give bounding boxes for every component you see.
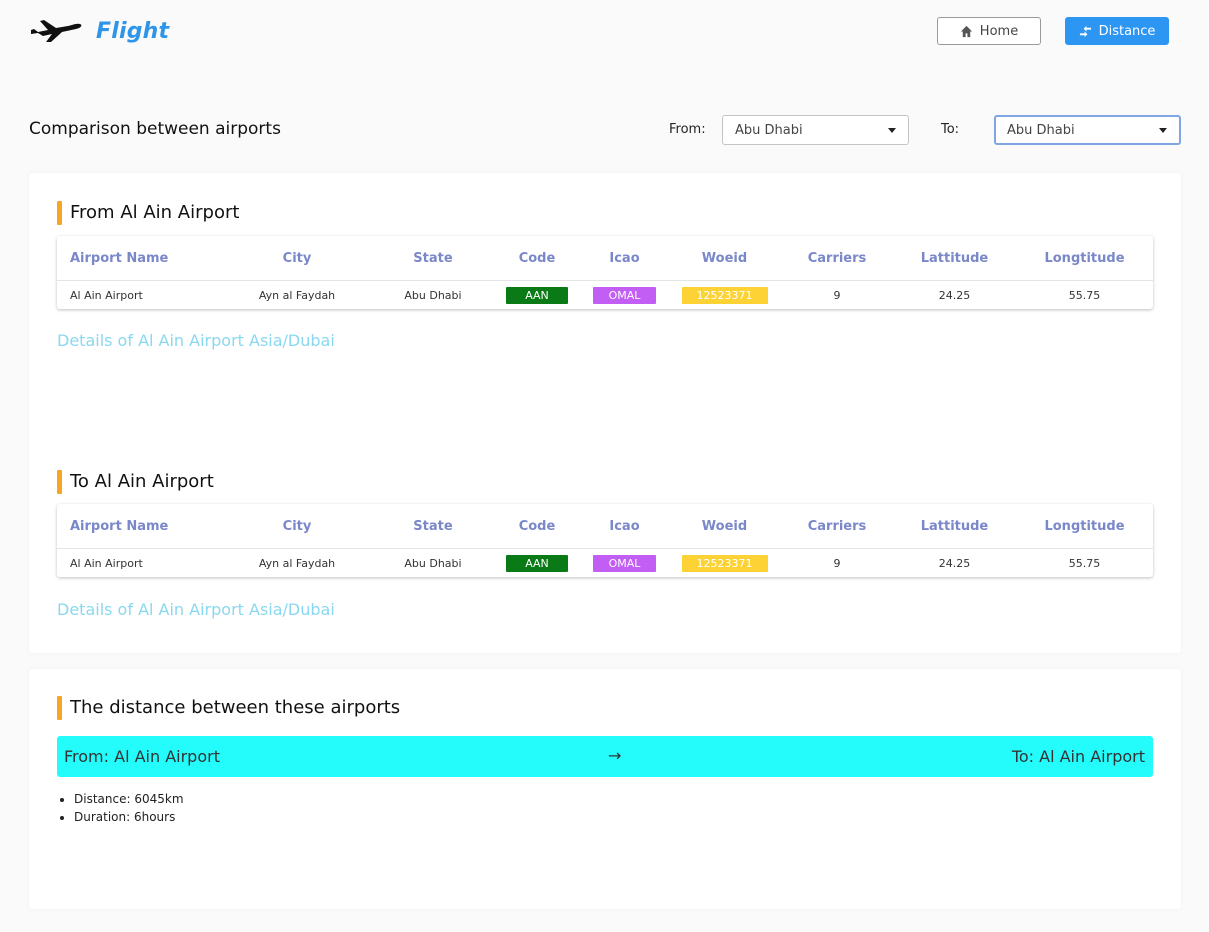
caret-down-icon (1159, 127, 1167, 133)
latitude-cell: 24.25 (938, 556, 971, 570)
home-button-label: Home (979, 23, 1019, 39)
column-header[interactable]: City (227, 236, 367, 280)
route-banner: From: Al Ain Airport → To: Al Ain Airpor… (57, 736, 1153, 777)
column-header[interactable]: Airport Name (70, 236, 250, 280)
longitude-cell: 55.75 (1068, 288, 1101, 302)
table-header-row: Airport Name City State Code Icao Woeid … (57, 236, 1153, 281)
column-header[interactable]: Woeid (677, 504, 772, 548)
brand-name: Flight (96, 18, 170, 44)
latitude-cell: 24.25 (938, 288, 971, 302)
column-header[interactable]: Carriers (787, 236, 887, 280)
column-header[interactable]: Lattitude (902, 236, 1007, 280)
code-badge: AAN (506, 554, 568, 572)
distance-facts-list: Distance: 6045km Duration: 6hours (74, 790, 184, 826)
distance-section-title: The distance between these airports (57, 696, 400, 720)
to-details-link[interactable]: Details of Al Ain Airport Asia/Dubai (57, 600, 335, 619)
caret-down-icon (888, 127, 896, 133)
from-select-value: Abu Dhabi (735, 122, 803, 138)
airplane-icon (31, 20, 82, 42)
city-cell: Ayn al Faydah (258, 288, 336, 302)
woeid-cell: 12523371 (677, 549, 772, 577)
from-section-title: From Al Ain Airport (57, 201, 239, 225)
to-airport-table: Airport Name City State Code Icao Woeid … (57, 504, 1153, 577)
home-button[interactable]: Home (937, 17, 1041, 45)
code-cell: AAN (502, 281, 572, 309)
column-header[interactable]: Airport Name (70, 504, 250, 548)
from-details-link[interactable]: Details of Al Ain Airport Asia/Dubai (57, 331, 335, 350)
column-header[interactable]: Icao (587, 504, 662, 548)
airport-name-cell: Al Ain Airport (70, 556, 143, 570)
icao-cell: OMAL (587, 549, 662, 577)
logo[interactable]: Flight (30, 18, 169, 44)
icao-badge: OMAL (593, 286, 656, 304)
distance-button[interactable]: Distance (1065, 17, 1169, 45)
distance-icon (1079, 25, 1091, 37)
woeid-badge: 12523371 (681, 286, 768, 304)
icao-cell: OMAL (587, 281, 662, 309)
carriers-cell: 9 (833, 288, 841, 302)
column-header[interactable]: Icao (587, 236, 662, 280)
airport-name-cell: Al Ain Airport (70, 288, 143, 302)
column-header[interactable]: Carriers (787, 504, 887, 548)
route-from: From: Al Ain Airport (64, 747, 220, 766)
code-cell: AAN (502, 549, 572, 577)
from-airport-table: Airport Name City State Code Icao Woeid … (57, 236, 1153, 309)
top-header: Flight Home Distance (0, 0, 1209, 70)
to-label: To: (941, 122, 960, 137)
from-airport-select[interactable]: Abu Dhabi (722, 115, 909, 145)
column-header[interactable]: State (367, 236, 499, 280)
column-header[interactable]: Code (502, 236, 572, 280)
airports-card: From Al Ain Airport Airport Name City St… (29, 173, 1181, 653)
to-select-value: Abu Dhabi (1007, 122, 1075, 138)
woeid-cell: 12523371 (677, 281, 772, 309)
code-badge: AAN (506, 286, 568, 304)
column-header[interactable]: Code (502, 504, 572, 548)
column-header[interactable]: Lattitude (902, 504, 1007, 548)
table-row: Al Ain Airport Ayn al Faydah Abu Dhabi A… (57, 281, 1153, 309)
to-airport-select[interactable]: Abu Dhabi (994, 115, 1181, 145)
column-header[interactable]: Longtitude (1022, 236, 1147, 280)
table-row: Al Ain Airport Ayn al Faydah Abu Dhabi A… (57, 549, 1153, 577)
route-to: To: Al Ain Airport (1011, 747, 1145, 766)
distance-card: The distance between these airports From… (29, 669, 1181, 909)
table-header-row: Airport Name City State Code Icao Woeid … (57, 504, 1153, 549)
distance-button-label: Distance (1098, 23, 1156, 39)
column-header[interactable]: City (227, 504, 367, 548)
state-cell: Abu Dhabi (404, 556, 462, 570)
icao-badge: OMAL (593, 554, 656, 572)
column-header[interactable]: State (367, 504, 499, 548)
to-section-title: To Al Ain Airport (57, 470, 214, 494)
woeid-badge: 12523371 (681, 554, 768, 572)
carriers-cell: 9 (833, 556, 841, 570)
column-header[interactable]: Longtitude (1022, 504, 1147, 548)
page-title: Comparison between airports (29, 119, 281, 139)
from-label: From: (669, 122, 706, 137)
state-cell: Abu Dhabi (404, 288, 462, 302)
arrow-right-icon: → (608, 746, 622, 765)
longitude-cell: 55.75 (1068, 556, 1101, 570)
home-icon (960, 25, 972, 37)
column-header[interactable]: Woeid (677, 236, 772, 280)
distance-value: Distance: 6045km (74, 790, 184, 808)
duration-value: Duration: 6hours (74, 808, 184, 826)
city-cell: Ayn al Faydah (258, 556, 336, 570)
